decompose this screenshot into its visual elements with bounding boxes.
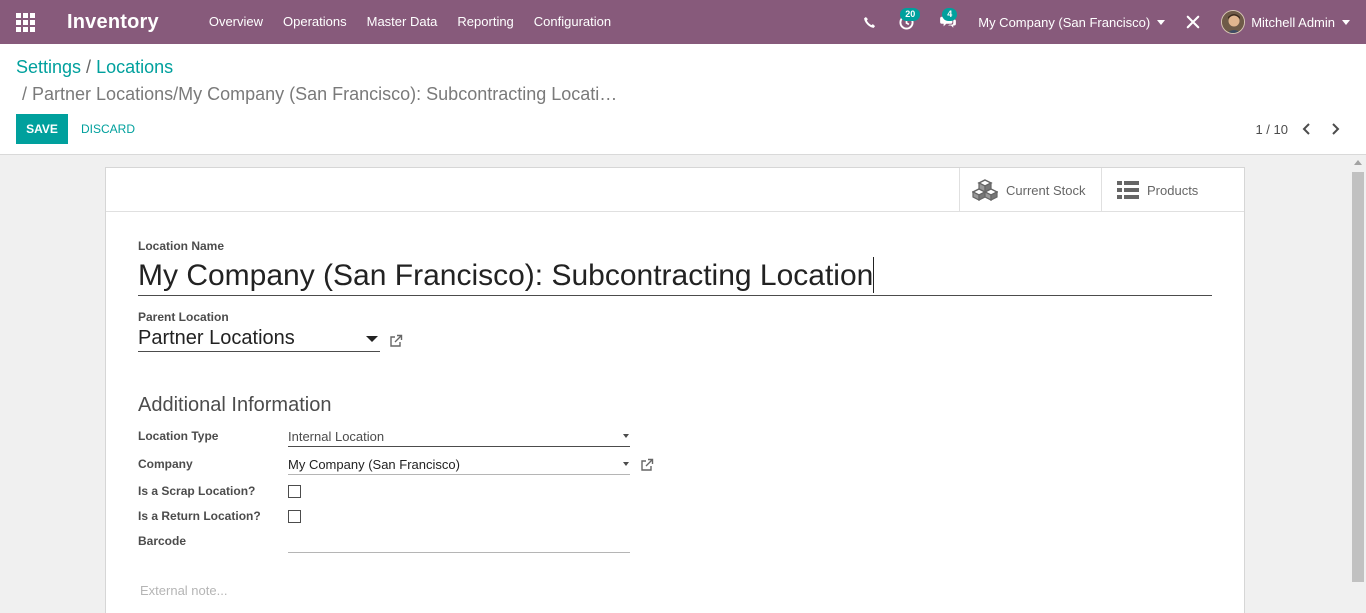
smart-button-box: Current Stock Products (106, 168, 1244, 212)
breadcrumb-locations[interactable]: Locations (96, 57, 173, 77)
activity-clock-icon[interactable]: 20 (890, 7, 922, 30)
chevron-down-icon (623, 434, 629, 438)
pager-value[interactable]: 1 / 10 (1255, 122, 1288, 137)
menu-configuration[interactable]: Configuration (524, 0, 621, 44)
location-type-select[interactable]: Internal Location (288, 427, 630, 447)
parent-location-value: Partner Locations (138, 327, 295, 349)
avatar (1221, 10, 1246, 34)
pager-next-icon[interactable] (1327, 121, 1343, 137)
form-content: Current Stock Products Location Name My … (0, 156, 1350, 613)
company-value: My Company (San Francisco) (288, 457, 460, 472)
parent-location-select[interactable]: Partner Locations (138, 326, 380, 352)
return-location-label: Is a Return Location? (138, 509, 261, 523)
current-stock-button[interactable]: Current Stock (959, 168, 1101, 212)
scroll-up-icon[interactable] (1354, 160, 1362, 165)
location-type-value: Internal Location (288, 429, 385, 444)
vertical-scrollbar[interactable] (1350, 156, 1366, 613)
barcode-label: Barcode (138, 534, 187, 548)
control-panel: Settings / Locations / Partner Locations/My… (0, 44, 1366, 155)
section-title: Additional Information (138, 394, 332, 416)
form-sheet: Current Stock Products Location Name My … (105, 167, 1245, 613)
company-select[interactable]: My Company (San Francisco) (288, 455, 630, 475)
external-link-icon[interactable] (640, 458, 654, 472)
tools-icon[interactable] (1183, 15, 1203, 29)
breadcrumb-separator: / (86, 57, 92, 77)
apps-menu-icon[interactable] (0, 0, 50, 44)
scrollbar-thumb[interactable] (1352, 172, 1364, 582)
breadcrumb: Settings / Locations (16, 57, 173, 78)
location-type-label: Location Type (138, 429, 219, 443)
company-label: Company (138, 457, 193, 471)
menu-master-data[interactable]: Master Data (357, 0, 448, 44)
menu-overview[interactable]: Overview (199, 0, 273, 44)
chevron-down-icon (1342, 19, 1350, 25)
message-count-badge: 4 (942, 8, 958, 21)
list-icon (1117, 181, 1139, 199)
user-menu[interactable]: Mitchell Admin (1221, 10, 1350, 34)
save-button[interactable]: SAVE (16, 114, 68, 144)
company-switcher-label: My Company (San Francisco) (978, 14, 1151, 30)
breadcrumb-separator: / (22, 84, 28, 104)
barcode-input[interactable] (288, 533, 630, 553)
location-name-input[interactable]: My Company (San Francisco): Subcontracti… (138, 256, 1212, 296)
breadcrumb-current: / Partner Locations/My Company (San Franc… (22, 84, 617, 105)
chevron-down-icon (366, 336, 378, 342)
scrap-location-checkbox[interactable] (288, 485, 301, 498)
chat-icon[interactable]: 4 (932, 8, 964, 29)
cubes-icon (972, 179, 998, 201)
menu-reporting[interactable]: Reporting (447, 0, 523, 44)
discard-button[interactable]: DISCARD (81, 114, 135, 144)
chevron-down-icon (1157, 19, 1166, 25)
menu-operations[interactable]: Operations (273, 0, 357, 44)
text-cursor (873, 257, 875, 294)
phone-icon[interactable] (854, 16, 884, 29)
user-name: Mitchell Admin (1251, 14, 1335, 30)
parent-location-label: Parent Location (138, 310, 229, 324)
products-label: Products (1147, 182, 1199, 198)
chevron-down-icon (623, 462, 629, 466)
breadcrumb-settings[interactable]: Settings (16, 57, 81, 77)
location-name-label: Location Name (138, 239, 225, 253)
location-name-value: My Company (San Francisco): Subcontracti… (138, 259, 874, 292)
current-stock-label: Current Stock (1006, 182, 1086, 198)
company-switcher[interactable]: My Company (San Francisco) (978, 14, 1166, 30)
breadcrumb-current-label: Partner Locations/My Company (San Franci… (32, 84, 618, 104)
external-link-icon[interactable] (389, 334, 403, 348)
external-note-field[interactable]: External note... (140, 583, 227, 598)
pager-previous-icon[interactable] (1299, 121, 1315, 137)
return-location-checkbox[interactable] (288, 510, 301, 523)
top-navbar: Inventory Overview Operations Master Dat… (0, 0, 1366, 44)
products-button[interactable]: Products (1101, 168, 1244, 212)
scrap-location-label: Is a Scrap Location? (138, 484, 256, 498)
app-brand[interactable]: Inventory (67, 11, 159, 34)
activity-count-badge: 20 (900, 7, 921, 21)
